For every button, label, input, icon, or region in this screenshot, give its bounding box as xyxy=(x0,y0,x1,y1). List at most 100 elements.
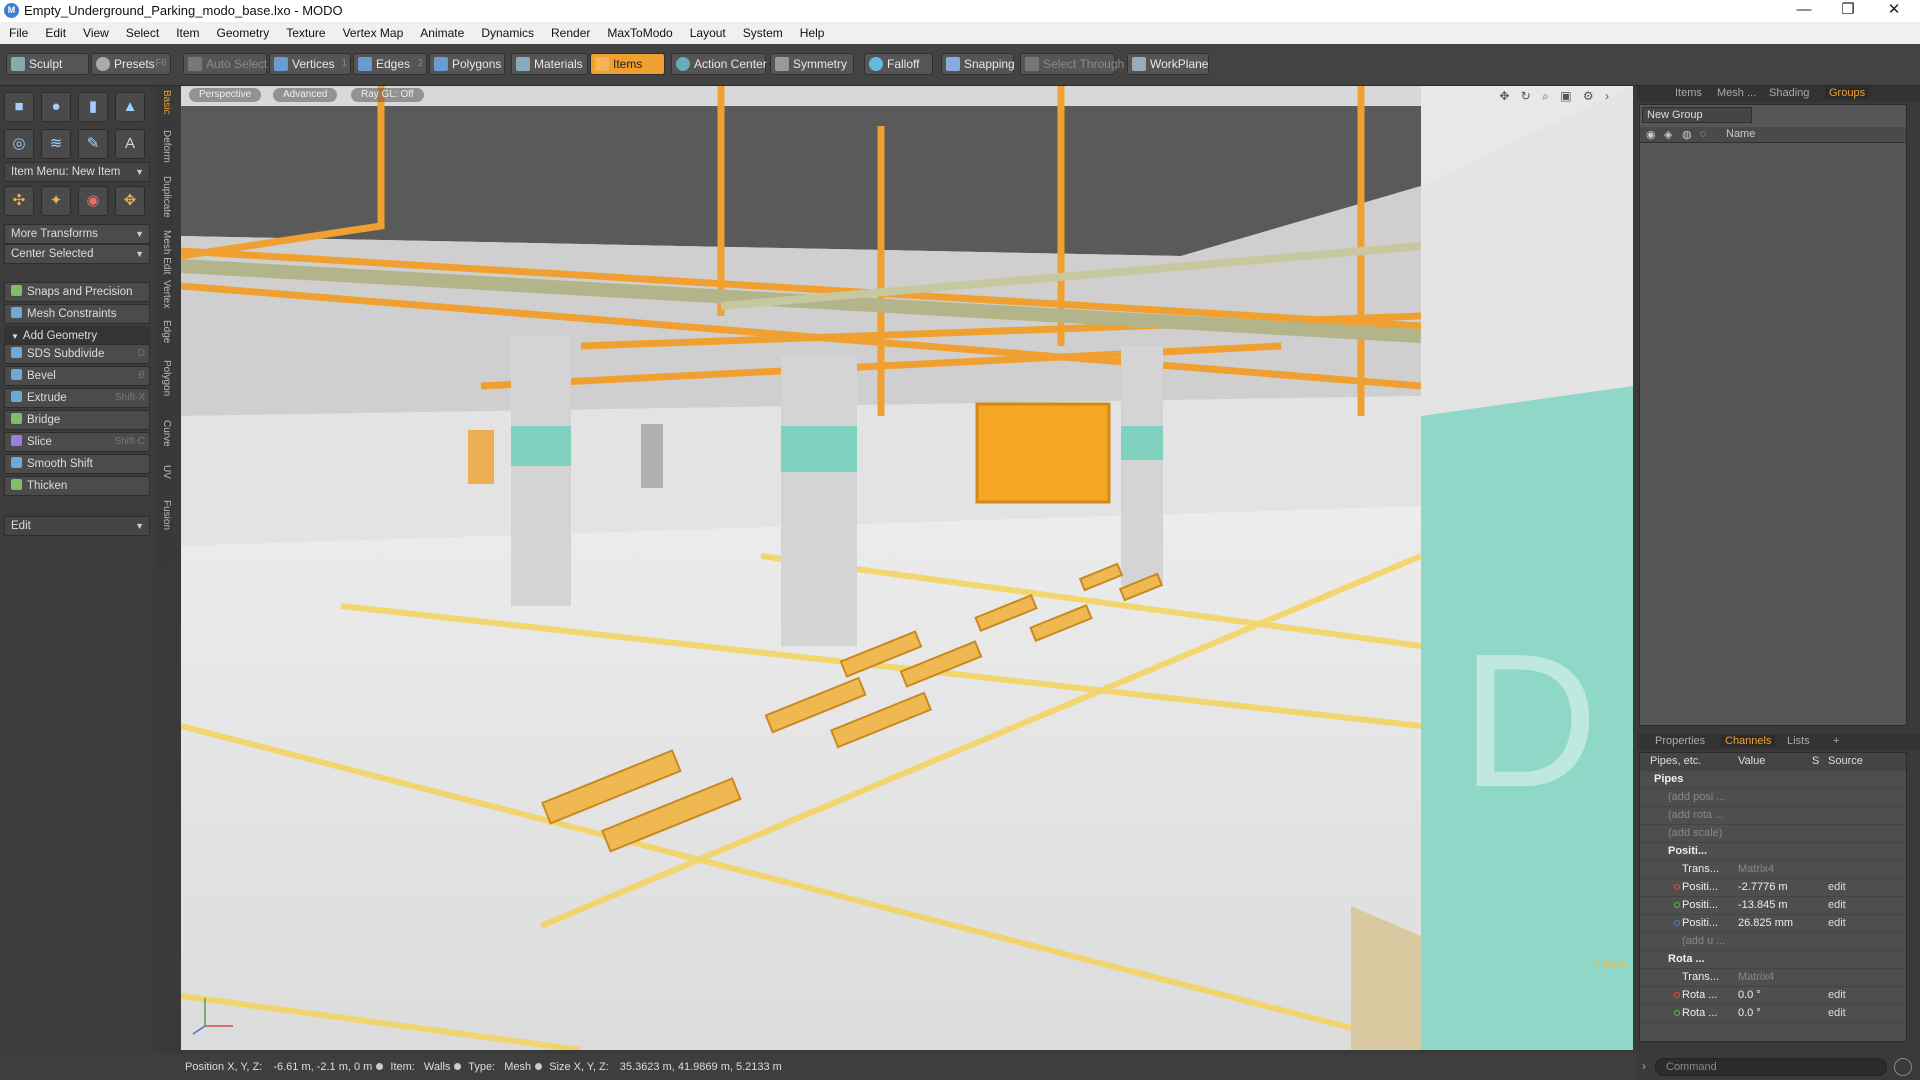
menu-maxtomodo[interactable]: MaxToModo xyxy=(598,22,680,44)
top-tab-shading[interactable]: Shading xyxy=(1769,87,1809,99)
cone-icon[interactable]: ▲ xyxy=(115,92,145,122)
top-tab-mesh[interactable]: Mesh ... xyxy=(1717,87,1756,99)
vtab-edge[interactable]: Edge xyxy=(156,320,172,343)
menu-geometry[interactable]: Geometry xyxy=(208,22,278,44)
vtab-fusion[interactable]: Fusion xyxy=(156,500,172,530)
menu-view[interactable]: View xyxy=(74,22,117,44)
cube-icon[interactable]: ■ xyxy=(4,92,34,122)
channel-row[interactable]: Trans... Matrix4 xyxy=(1640,969,1906,987)
channel-value[interactable]: 26.825 mm xyxy=(1738,917,1793,929)
select-through-button[interactable]: Select Through xyxy=(1020,53,1124,75)
items-button[interactable]: Items xyxy=(590,53,665,75)
menu-item[interactable]: Item xyxy=(167,22,207,44)
bottom-tab-add[interactable]: + xyxy=(1833,735,1839,747)
channel-row[interactable]: Positi... 26.825 mm edit xyxy=(1640,915,1906,933)
snapping-button[interactable]: Snapping xyxy=(941,53,1015,75)
item-menu-dropdown[interactable]: Item Menu: New Item ▼ xyxy=(4,162,150,182)
vtab-polygon[interactable]: Polygon xyxy=(156,360,172,396)
top-tab-items[interactable]: Items xyxy=(1675,87,1702,99)
vtab-duplicate[interactable]: Duplicate xyxy=(156,176,172,218)
text-tool-icon[interactable]: A xyxy=(115,129,145,159)
channel-value[interactable]: 0.0 ° xyxy=(1738,989,1761,1001)
auto-select-button[interactable]: Auto Select xyxy=(183,53,267,75)
render-icon[interactable]: ◈ xyxy=(1664,128,1672,141)
edges-button[interactable]: Edges 2 xyxy=(353,53,427,75)
close-button[interactable]: ✕ xyxy=(1872,0,1916,22)
tool-extrude-button[interactable]: Extrude Shift-X xyxy=(4,388,150,408)
bottom-tab-channels[interactable]: Channels xyxy=(1721,735,1776,747)
scale-icon[interactable]: ◉ xyxy=(78,186,108,216)
channel-row[interactable]: Rota ... 0.0 ° edit xyxy=(1640,987,1906,1005)
channel-source[interactable]: edit xyxy=(1828,917,1846,929)
top-tab-groups[interactable]: Groups xyxy=(1825,87,1870,99)
action-center-button[interactable]: Action Center xyxy=(671,53,767,75)
symmetry-button[interactable]: Symmetry xyxy=(770,53,854,75)
channel-value[interactable]: Matrix4 xyxy=(1738,971,1774,983)
materials-button[interactable]: Materials xyxy=(511,53,588,75)
channel-row[interactable]: Positi... xyxy=(1640,843,1906,861)
channel-row[interactable]: Trans... Matrix4 xyxy=(1640,861,1906,879)
channel-row[interactable]: (add u ... xyxy=(1640,933,1906,951)
move-icon[interactable]: ✣ xyxy=(4,186,34,216)
menu-file[interactable]: File xyxy=(0,22,36,44)
command-input[interactable]: Command xyxy=(1655,1058,1887,1076)
view-mode-button[interactable]: Perspective xyxy=(189,88,262,102)
channel-value[interactable]: -13.845 m xyxy=(1738,899,1788,911)
viewport-nav-icons[interactable]: ✥ ↻ ⌕ ▣ ⚙ › xyxy=(1499,89,1613,104)
vtab-deform[interactable]: Deform xyxy=(156,130,172,163)
channel-row[interactable]: (add rota ... xyxy=(1640,807,1906,825)
groups-list[interactable]: New Group ◉ ◈ ◍ ◌ Name xyxy=(1639,104,1907,726)
vtab-basic[interactable]: Basic xyxy=(156,90,172,114)
falloff-button[interactable]: Falloff xyxy=(864,53,933,75)
command-history-icon[interactable] xyxy=(1894,1058,1912,1076)
3d-viewport[interactable]: D Perspective Advanced Ray GL: Off ✥ ↻ ⌕… xyxy=(181,86,1633,1050)
channel-row[interactable]: Pipes xyxy=(1640,771,1906,789)
vtab-curve[interactable]: Curve xyxy=(156,420,172,447)
channel-value[interactable]: 0.0 ° xyxy=(1738,1007,1761,1019)
menu-animate[interactable]: Animate xyxy=(411,22,472,44)
presets-button[interactable]: Presets F6 xyxy=(91,53,171,75)
sphere-icon[interactable]: ● xyxy=(41,92,71,122)
bottom-tab-lists[interactable]: Lists xyxy=(1787,735,1810,747)
cylinder-icon[interactable]: ▮ xyxy=(78,92,108,122)
pen-icon[interactable]: ✎ xyxy=(78,129,108,159)
sculpt-button[interactable]: Sculpt xyxy=(6,53,89,75)
maximize-button[interactable]: ❐ xyxy=(1826,0,1870,22)
more-transforms-dropdown[interactable]: More Transforms ▼ xyxy=(4,224,150,244)
workplane-button[interactable]: WorkPlane xyxy=(1127,53,1209,75)
polygons-button[interactable]: Polygons xyxy=(429,53,505,75)
eye-icon[interactable]: ◉ xyxy=(1646,128,1656,141)
menu-help[interactable]: Help xyxy=(791,22,833,44)
channel-source[interactable]: edit xyxy=(1828,989,1846,1001)
menu-system[interactable]: System xyxy=(734,22,791,44)
transform-icon[interactable]: ✥ xyxy=(115,186,145,216)
channel-row[interactable]: Positi... -13.845 m edit xyxy=(1640,897,1906,915)
vertices-button[interactable]: Vertices 1 xyxy=(269,53,351,75)
channel-row[interactable]: (add scale) xyxy=(1640,825,1906,843)
capsule-icon[interactable]: ≋ xyxy=(41,129,71,159)
vtab-uv[interactable]: UV xyxy=(156,465,172,479)
tool-bevel-button[interactable]: Bevel B xyxy=(4,366,150,386)
lock-icon[interactable]: ◍ xyxy=(1682,128,1692,141)
channel-source[interactable]: edit xyxy=(1828,881,1846,893)
channel-source[interactable]: edit xyxy=(1828,899,1846,911)
channel-row[interactable]: Rota ... 0.0 ° edit xyxy=(1640,1005,1906,1023)
snaps-precision-button[interactable]: Snaps and Precision xyxy=(4,282,150,302)
menu-render[interactable]: Render xyxy=(542,22,598,44)
edit-dropdown[interactable]: Edit ▼ xyxy=(4,516,150,536)
tool-slice-button[interactable]: Slice Shift-C xyxy=(4,432,150,452)
minimize-button[interactable]: — xyxy=(1782,0,1826,22)
center-selected-dropdown[interactable]: Center Selected ▼ xyxy=(4,244,150,264)
new-group-button[interactable]: New Group xyxy=(1642,107,1752,123)
menu-edit[interactable]: Edit xyxy=(36,22,74,44)
bottom-tab-properties[interactable]: Properties xyxy=(1655,735,1705,747)
shading-mode-button[interactable]: Advanced xyxy=(273,88,338,102)
tool-bridge-button[interactable]: Bridge xyxy=(4,410,150,430)
tool-smooth-shift-button[interactable]: Smooth Shift xyxy=(4,454,150,474)
mesh-constraints-button[interactable]: Mesh Constraints xyxy=(4,304,150,324)
torus-icon[interactable]: ◎ xyxy=(4,129,34,159)
vtab-mesh-edit[interactable]: Mesh Edit xyxy=(156,230,172,274)
add-geometry-header[interactable]: ▼ Add Geometry xyxy=(4,326,150,346)
menu-texture[interactable]: Texture xyxy=(277,22,333,44)
tool-thicken-button[interactable]: Thicken xyxy=(4,476,150,496)
